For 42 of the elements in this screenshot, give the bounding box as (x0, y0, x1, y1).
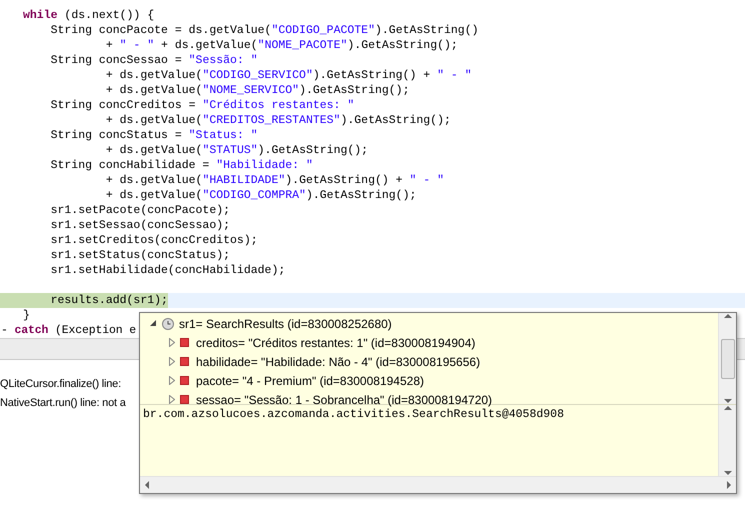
code-line: + ds.getValue("CREDITOS_RESTANTES").GetAsString(); (104, 113, 451, 128)
collapse-triangle-icon[interactable] (150, 320, 157, 327)
expand-triangle-icon[interactable] (169, 395, 175, 404)
code-line: + ds.getValue("CODIGO_SERVICO").GetAsString() + " - " (104, 68, 472, 83)
code-line: String concHabilidade = "Habilidade: " (50, 158, 313, 173)
code-line: String concPacote = ds.getValue("CODIGO_PACOTE").GetAsString() (50, 23, 479, 38)
field-icon (180, 376, 189, 385)
code-line: String concStatus = "Status: " (50, 128, 258, 143)
code-line: sr1.setHabilidade(concHabilidade); (50, 263, 286, 278)
code-line: + ds.getValue("HABILIDADE").GetAsString() + " - " (104, 173, 444, 188)
scrollbar[interactable] (718, 313, 736, 404)
code-line: sr1.setSessao(concSessao); (50, 218, 230, 233)
code-line: String concSessao = "Sessão: " (50, 53, 258, 68)
scrollbar[interactable] (140, 476, 736, 493)
code-line: + " - " + ds.getValue("NOME_PACOTE").GetAsString(); (104, 38, 458, 53)
scroll-right-icon[interactable] (726, 481, 732, 489)
field-label[interactable]: habilidade= "Habilidade: Não - 4" (id=830008195656) (196, 354, 480, 368)
code-line: while (ds.next()) { (22, 8, 154, 23)
code-line: String concCreditos = "Créditos restantes: " (50, 98, 354, 113)
expand-triangle-icon[interactable] (169, 376, 175, 385)
value-detail: br.com.azsolucoes.azcomanda.activities.SearchResults@4058d908 (143, 408, 564, 421)
code-line: - catch (Exception e (0, 323, 136, 338)
field-icon (180, 357, 189, 366)
code-line: + ds.getValue("NOME_SERVICO").GetAsString(); (104, 83, 410, 98)
code-line: sr1.setPacote(concPacote); (50, 203, 230, 218)
field-label[interactable]: pacote= "4 - Premium" (id=830008194528) (196, 374, 424, 388)
watch-icon (162, 318, 174, 330)
expand-triangle-icon[interactable] (169, 357, 175, 366)
code-line: + ds.getValue("CODIGO_COMPRA").GetAsString(); (104, 188, 416, 203)
field-icon (180, 395, 189, 404)
scroll-up-icon[interactable] (724, 313, 732, 319)
code-line: } (22, 308, 30, 323)
field-label[interactable]: sessao= "Sessão: 1 - Sobrancelha" (id=830008194720) (196, 392, 492, 406)
field-icon (180, 338, 189, 347)
code-line: + ds.getValue("STATUS").GetAsString(); (104, 143, 368, 158)
code-line: sr1.setStatus(concStatus); (50, 248, 230, 263)
expand-triangle-icon[interactable] (169, 338, 175, 347)
field-label[interactable]: creditos= "Créditos restantes: 1" (id=830008194904) (196, 336, 476, 350)
scroll-left-icon[interactable] (144, 481, 150, 489)
variable-label[interactable]: sr1= SearchResults (id=830008252680) (179, 316, 392, 330)
scrollbar[interactable] (718, 405, 736, 476)
code-line: sr1.setCreditos(concCreditos); (50, 233, 258, 248)
